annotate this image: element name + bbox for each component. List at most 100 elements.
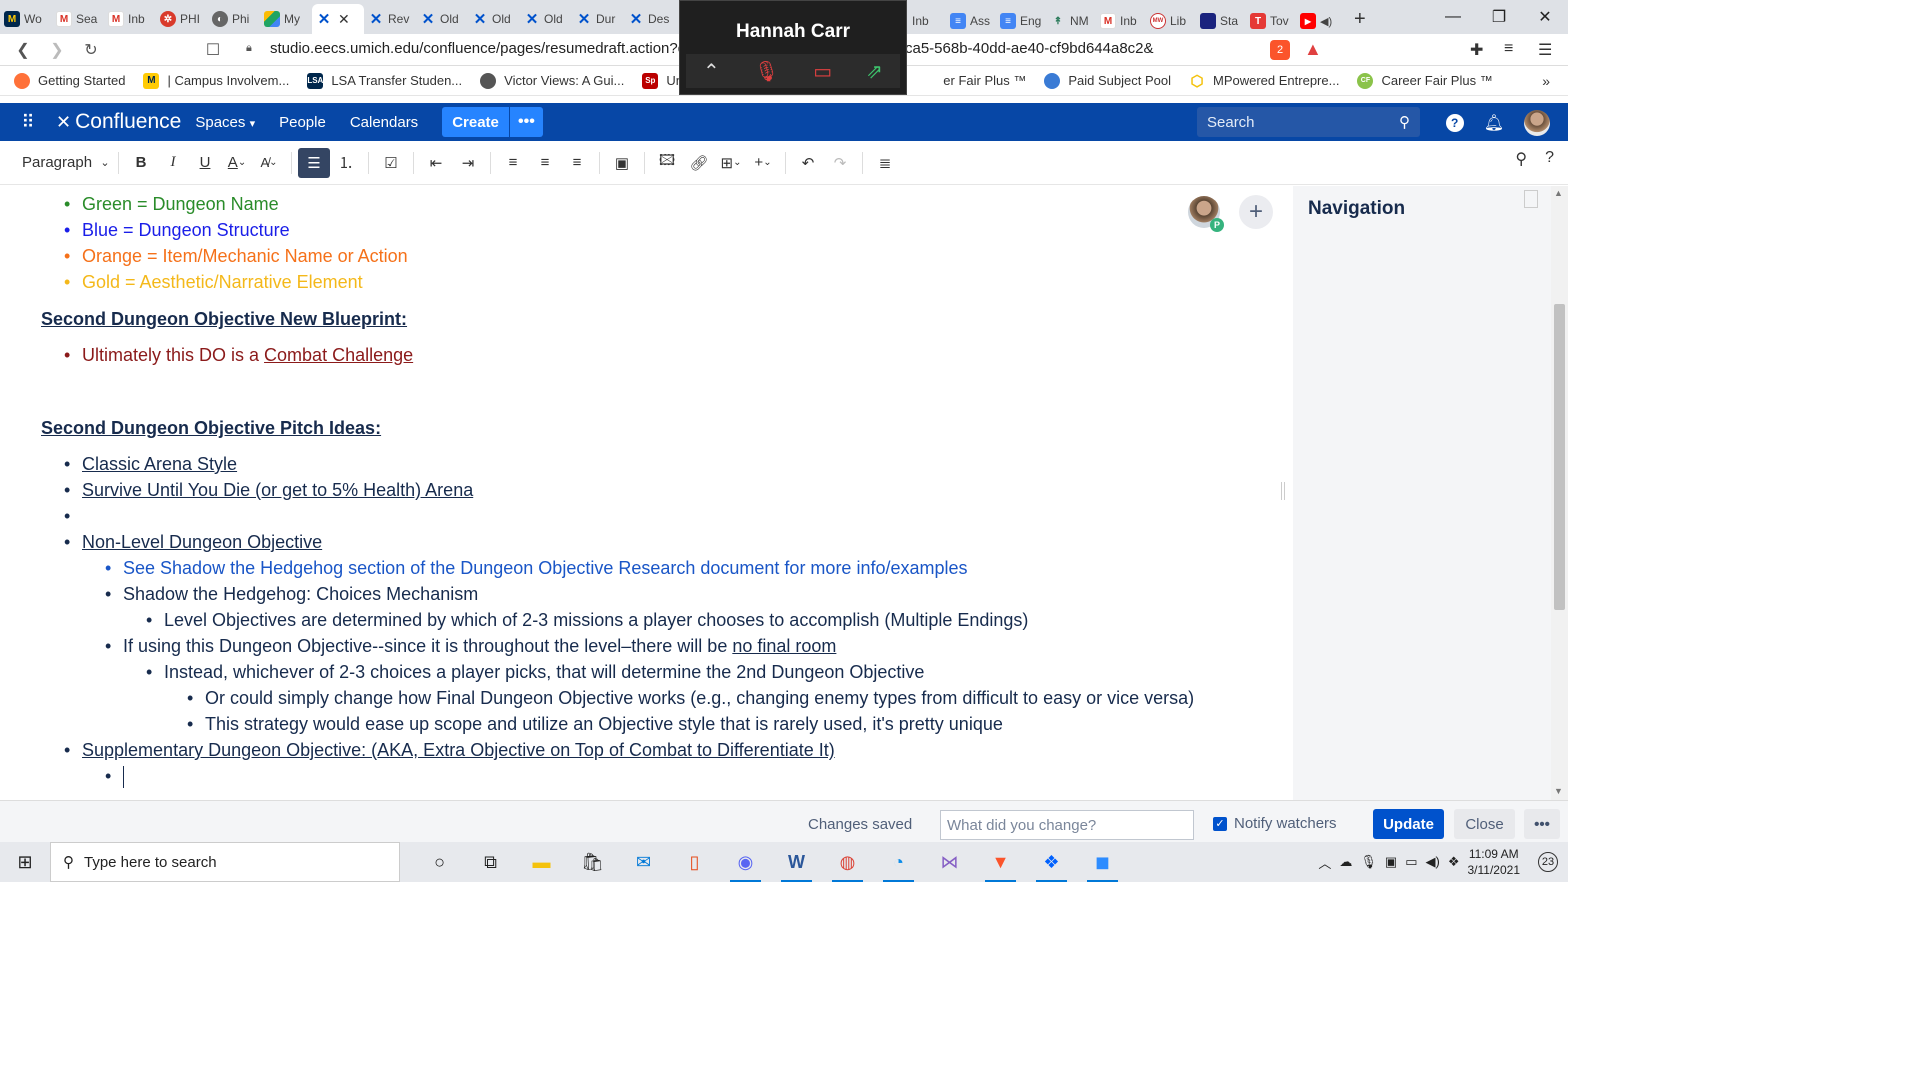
create-more-button[interactable]: •••: [508, 107, 543, 137]
bookmark-lsa[interactable]: LSA LSA Transfer Studen...: [307, 72, 462, 89]
nav-calendars[interactable]: Calendars: [350, 114, 418, 131]
tab-phi[interactable]: ✲ PHI: [156, 4, 208, 34]
link-icon[interactable]: 🔗︎: [683, 148, 715, 178]
scroll-down-icon[interactable]: ▼: [1554, 786, 1563, 796]
update-button[interactable]: Update: [1373, 809, 1444, 839]
system-clock[interactable]: 11:09 AM 3/11/2021: [1468, 846, 1521, 878]
volume-icon[interactable]: ◀): [1426, 854, 1440, 870]
tab-confluence-old-3[interactable]: ✕ Old: [520, 4, 572, 34]
tab-drive[interactable]: My: [260, 4, 312, 34]
bookmark-career-fair-plus[interactable]: CF Career Fair Plus ™: [1357, 72, 1493, 89]
change-comment-input[interactable]: [940, 810, 1194, 840]
notify-watchers-toggle[interactable]: ✓ Notify watchers: [1213, 815, 1337, 832]
bookmark-getting-started[interactable]: Getting Started: [14, 72, 125, 89]
word-icon[interactable]: W: [771, 842, 822, 882]
tab-confluence-old-2[interactable]: ✕ Old: [468, 4, 520, 34]
outdent-icon[interactable]: ⇤: [420, 148, 452, 178]
chevron-up-icon[interactable]: ⌃: [703, 59, 720, 84]
nav-spaces[interactable]: Spaces ▾: [195, 114, 255, 131]
notification-center-icon[interactable]: 23: [1538, 852, 1558, 872]
more-options-button[interactable]: •••: [1524, 809, 1560, 839]
taskbar-search-input[interactable]: ⚲ Type here to search: [50, 842, 400, 882]
align-right-icon[interactable]: ≡: [561, 148, 593, 178]
brave-shields-icon[interactable]: 2: [1270, 40, 1290, 60]
maximize-icon[interactable]: ❐: [1476, 0, 1522, 34]
scroll-up-icon[interactable]: ▲: [1554, 188, 1563, 198]
table-of-contents-icon[interactable]: ≣: [869, 148, 901, 178]
visual-studio-icon[interactable]: ⋈: [924, 842, 975, 882]
mic-muted-icon[interactable]: 🎙︎: [754, 59, 779, 84]
table-icon[interactable]: ⊞ ⌄: [715, 148, 747, 178]
extensions-icon[interactable]: ✚: [1470, 40, 1483, 60]
text-color-icon[interactable]: A ⌄: [221, 148, 253, 178]
indent-icon[interactable]: ⇥: [452, 148, 484, 178]
microphone-icon[interactable]: 🎙︎: [1360, 854, 1377, 870]
url-field[interactable]: studio.eecs.umich.edu/confluence/pages/r…: [270, 40, 699, 57]
close-icon[interactable]: ✕: [338, 11, 350, 28]
underline-icon[interactable]: U: [189, 148, 221, 178]
editor-content[interactable]: Green = Dungeon Name Blue = Dungeon Stru…: [0, 186, 1293, 800]
edge-icon[interactable]: ◔: [873, 842, 924, 882]
close-window-icon[interactable]: ✕: [1522, 0, 1568, 34]
dropbox-tray-icon[interactable]: ❖: [1448, 854, 1460, 870]
show-hidden-icons-icon[interactable]: ︿: [1318, 853, 1331, 872]
tab-lib[interactable]: MW Lib: [1146, 6, 1196, 36]
brave-icon[interactable]: ▼: [975, 842, 1026, 882]
back-icon[interactable]: ❮: [6, 40, 40, 60]
webcam-icon[interactable]: ▣: [1385, 854, 1397, 870]
empty-bullet-cursor[interactable]: [105, 763, 124, 789]
tab-sta[interactable]: Sta: [1196, 6, 1246, 36]
onedrive-icon[interactable]: ☁: [1339, 854, 1352, 870]
user-avatar[interactable]: [1524, 110, 1550, 136]
bookmark-mpowered[interactable]: ⬡ MPowered Entrepre...: [1189, 73, 1339, 90]
panel-resize-handle[interactable]: [1281, 482, 1285, 500]
confluence-logo[interactable]: ✕ Confluence: [56, 110, 181, 134]
align-left-icon[interactable]: ≡: [497, 148, 529, 178]
combat-challenge-link[interactable]: Combat Challenge: [264, 345, 413, 365]
store-icon[interactable]: 🛍︎: [567, 842, 618, 882]
search-input[interactable]: Search ⚲: [1197, 107, 1420, 137]
tab-confluence-old-1[interactable]: ✕ Old: [416, 4, 468, 34]
bookmark-career-fair-partial[interactable]: er Fair Plus ™: [943, 73, 1026, 88]
url-field-tail[interactable]: ca5-568b-40dd-ae40-cf9bd644a8c2&: [905, 40, 1154, 57]
video-off-icon[interactable]: ▭: [813, 59, 832, 84]
app-switcher-icon[interactable]: ⠿: [0, 112, 56, 133]
bold-icon[interactable]: B: [125, 148, 157, 178]
tab-gmail-right[interactable]: Inb: [908, 6, 946, 36]
notifications-icon[interactable]: 🔔︎: [1484, 113, 1504, 133]
tab-confluence-des[interactable]: ✕ Des: [624, 4, 676, 34]
discord-icon[interactable]: ◉: [720, 842, 771, 882]
bullet-list-icon[interactable]: ☰: [298, 147, 330, 178]
new-tab-icon[interactable]: +: [1354, 8, 1366, 31]
tab-gmail-inbox[interactable]: M Inb: [104, 4, 156, 34]
navigation-toggle[interactable]: [1524, 190, 1538, 208]
redo-icon[interactable]: ↷: [824, 148, 856, 178]
invite-collaborator-button[interactable]: +: [1239, 195, 1273, 229]
bookmark-paid-subject-pool[interactable]: Paid Subject Pool: [1044, 72, 1171, 89]
tab-youtube[interactable]: ▶ ◀): [1296, 6, 1346, 36]
tab-umich[interactable]: M Wo: [0, 4, 52, 34]
help-icon[interactable]: ?: [1445, 114, 1464, 132]
align-center-icon[interactable]: ≡: [529, 148, 561, 178]
more-bookmarks-icon[interactable]: »: [1542, 73, 1550, 89]
cortana-icon[interactable]: ○: [414, 842, 465, 882]
italic-icon[interactable]: I: [157, 148, 189, 178]
checkbox-checked-icon[interactable]: ✓: [1213, 816, 1227, 831]
playlist-icon[interactable]: ≡: [1504, 40, 1513, 58]
create-button[interactable]: Create: [442, 107, 509, 137]
find-replace-icon[interactable]: ⚲: [1515, 149, 1527, 169]
windows-start-icon[interactable]: ⊞: [0, 842, 50, 882]
brave-rewards-icon[interactable]: ▲: [1304, 39, 1322, 60]
office-icon[interactable]: ▯: [669, 842, 720, 882]
mail-icon[interactable]: ✉: [618, 842, 669, 882]
speaker-icon[interactable]: ◀): [1320, 15, 1332, 28]
tab-docs-ass[interactable]: ≡ Ass: [946, 6, 996, 36]
tab-gmail-search[interactable]: M Sea: [52, 4, 104, 34]
help-icon[interactable]: ?: [1545, 149, 1554, 169]
close-button[interactable]: Close: [1454, 809, 1515, 839]
tab-tov[interactable]: T Tov: [1246, 6, 1296, 36]
file-explorer-icon[interactable]: ▬: [516, 842, 567, 882]
tab-confluence-rev[interactable]: ✕ Rev: [364, 4, 416, 34]
tab-nm[interactable]: ↟ NM: [1046, 6, 1096, 36]
numbered-list-icon[interactable]: ⒈: [330, 148, 362, 178]
